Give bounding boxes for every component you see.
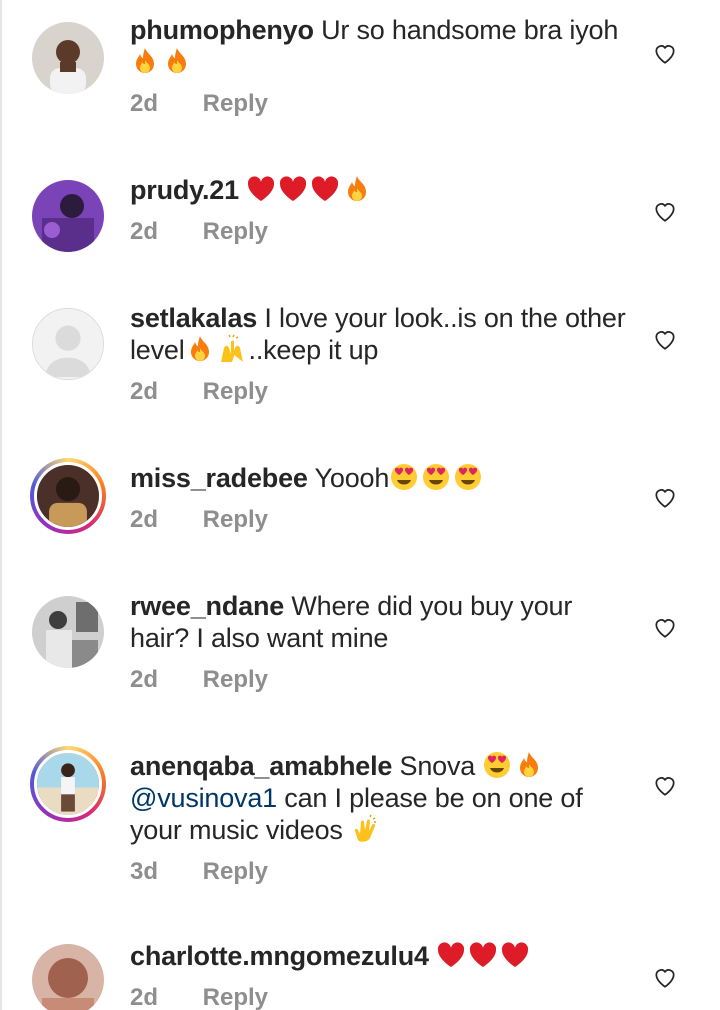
reply-button[interactable]: Reply	[203, 218, 268, 245]
heart-icon[interactable]	[652, 326, 678, 352]
comment-username[interactable]: phumophenyo	[130, 15, 314, 45]
red-heart-icon	[436, 940, 466, 970]
comment-username[interactable]: miss_radebee	[130, 463, 308, 493]
comment-text: phumophenyo Ur so handsome bra iyoh	[130, 14, 630, 78]
raising-hands-icon	[217, 334, 247, 364]
comment-timestamp: 3d	[130, 858, 159, 885]
avatar-image	[32, 596, 104, 668]
avatar-image	[32, 22, 104, 94]
avatar-image	[34, 750, 102, 818]
comment-username[interactable]: setlakalas	[130, 303, 257, 333]
heart-icon[interactable]	[652, 964, 678, 990]
heart-icon[interactable]	[652, 198, 678, 224]
red-heart-icon	[246, 174, 276, 204]
clapping-hands-icon	[350, 814, 380, 844]
fire-icon	[514, 750, 544, 780]
avatar[interactable]	[30, 306, 106, 382]
fire-icon	[185, 334, 215, 364]
fire-icon	[162, 46, 192, 76]
comment-username[interactable]: charlotte.mngomezulu4	[130, 941, 429, 971]
comment-timestamp: 2d	[130, 666, 159, 693]
heart-icon[interactable]	[652, 484, 678, 510]
comment-text: miss_radebee Yoooh	[130, 462, 630, 494]
avatar[interactable]	[30, 20, 106, 96]
comment-message-end: ..keep it up	[248, 335, 379, 365]
avatar-story-ring[interactable]	[30, 746, 106, 822]
red-heart-icon	[468, 940, 498, 970]
avatar[interactable]	[30, 178, 106, 254]
heart-eyes-icon	[453, 462, 483, 492]
reply-button[interactable]: Reply	[203, 506, 268, 533]
comment-timestamp: 2d	[130, 218, 159, 245]
heart-eyes-icon	[421, 462, 451, 492]
default-avatar-icon	[32, 308, 104, 380]
comment-message: Yoooh	[314, 463, 390, 493]
heart-icon[interactable]	[652, 40, 678, 66]
comment-username[interactable]: rwee_ndane	[130, 591, 284, 621]
comment-text: anenqaba_amabhele Snova @vusinova1 can I…	[130, 750, 630, 846]
red-heart-icon	[278, 174, 308, 204]
avatar[interactable]	[30, 594, 106, 670]
reply-button[interactable]: Reply	[203, 984, 268, 1010]
heart-eyes-icon	[482, 750, 512, 780]
reply-button[interactable]: Reply	[203, 90, 268, 117]
avatar-story-ring[interactable]	[30, 458, 106, 534]
comment-timestamp: 2d	[130, 90, 159, 117]
comment-text: charlotte.mngomezulu4	[130, 940, 630, 972]
reply-button[interactable]: Reply	[203, 378, 268, 405]
comment-text: setlakalas I love your look..is on the o…	[130, 302, 630, 366]
red-heart-icon	[310, 174, 340, 204]
heart-icon[interactable]	[652, 772, 678, 798]
avatar[interactable]	[30, 942, 106, 1010]
comment-timestamp: 2d	[130, 378, 159, 405]
comment-username[interactable]: prudy.21	[130, 175, 239, 205]
avatar-image	[32, 944, 104, 1010]
red-heart-icon	[500, 940, 530, 970]
fire-icon	[130, 46, 160, 76]
comment-timestamp: 2d	[130, 984, 159, 1010]
comment-message: Snova	[399, 751, 476, 781]
comment-text: prudy.21	[130, 174, 630, 206]
reply-button[interactable]: Reply	[203, 858, 268, 885]
fire-icon	[342, 174, 372, 204]
heart-icon[interactable]	[652, 614, 678, 640]
avatar-image	[32, 180, 104, 252]
comment-list: phumophenyo Ur so handsome bra iyoh 2d R…	[0, 0, 720, 1010]
mention-link[interactable]: @vusinova1	[130, 783, 277, 813]
avatar-image	[34, 462, 102, 530]
comment-message: Ur so handsome bra iyoh	[321, 15, 619, 45]
reply-button[interactable]: Reply	[203, 666, 268, 693]
divider	[0, 0, 2, 1010]
heart-eyes-icon	[389, 462, 419, 492]
comment-timestamp: 2d	[130, 506, 159, 533]
comment-text: rwee_ndane Where did you buy your hair? …	[130, 590, 630, 654]
comment-username[interactable]: anenqaba_amabhele	[130, 751, 392, 781]
